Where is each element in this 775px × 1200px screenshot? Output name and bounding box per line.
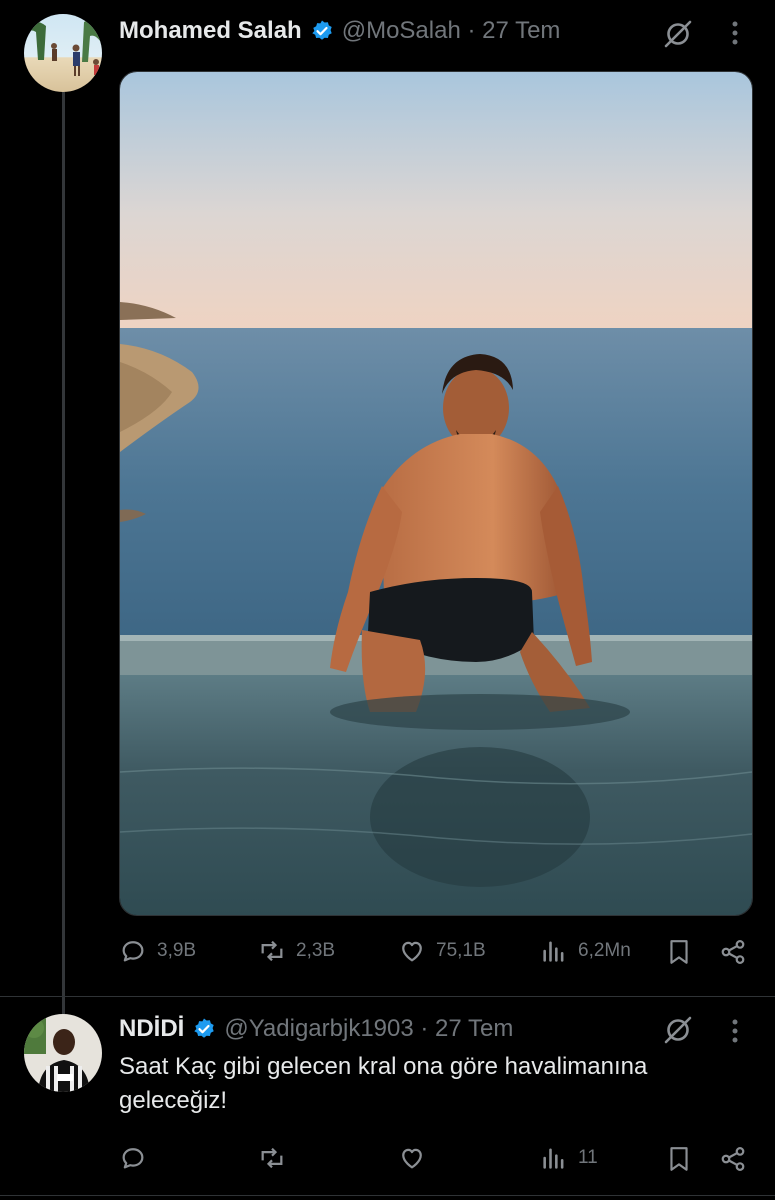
views-icon xyxy=(543,941,564,962)
share-icon[interactable] xyxy=(716,1142,750,1176)
tweet-text: Saat Kaç gibi gelecen kral ona göre hava… xyxy=(119,1053,648,1114)
grok-icon[interactable] xyxy=(660,1012,696,1048)
thread-line xyxy=(62,92,65,1014)
like-icon xyxy=(402,1148,422,1169)
avatar-ndidi[interactable] xyxy=(24,1014,102,1092)
more-icon[interactable] xyxy=(718,1014,752,1048)
retweet-icon xyxy=(261,940,283,962)
retweet-count: 2,3B xyxy=(296,940,336,961)
views-count: 6,2Mn xyxy=(578,940,631,961)
more-icon[interactable] xyxy=(718,16,752,50)
verified-badge-icon xyxy=(310,19,334,43)
views-count: 11 xyxy=(578,1147,598,1168)
retweet-icon xyxy=(261,1147,283,1169)
bookmark-icon[interactable] xyxy=(662,935,696,969)
retweet-button[interactable] xyxy=(258,1144,286,1172)
tweet2-header: NDİDİ @Yadigarbjk1903 · 27 Tem xyxy=(119,1012,513,1046)
like-button[interactable]: 75,1B xyxy=(398,937,486,965)
reply-button[interactable]: 3,9B xyxy=(119,937,196,965)
reply-button[interactable] xyxy=(119,1144,147,1172)
share-icon[interactable] xyxy=(716,935,750,969)
author-handle-time[interactable]: @Yadigarbjk1903 · 27 Tem xyxy=(224,1015,513,1043)
grok-icon[interactable] xyxy=(660,16,696,52)
bookmark-icon[interactable] xyxy=(662,1142,696,1176)
tweet-divider xyxy=(0,996,775,997)
like-count: 75,1B xyxy=(436,940,486,961)
views-button[interactable]: 6,2Mn xyxy=(540,937,631,965)
author-handle-time[interactable]: @MoSalah · 27 Tem xyxy=(342,17,561,45)
retweet-button[interactable]: 2,3B xyxy=(258,937,335,965)
verified-badge-icon xyxy=(192,1017,216,1041)
author-name[interactable]: NDİDİ xyxy=(119,1015,184,1043)
reply-count: 3,9B xyxy=(157,940,197,961)
like-icon xyxy=(402,941,422,962)
author-name[interactable]: Mohamed Salah xyxy=(119,17,302,45)
views-button[interactable]: 11 xyxy=(540,1144,598,1172)
like-button[interactable] xyxy=(398,1144,426,1172)
reply-icon xyxy=(122,1148,144,1169)
tweet-divider xyxy=(0,1195,775,1196)
reply-icon xyxy=(122,941,144,962)
tweet1-header: Mohamed Salah @MoSalah · 27 Tem xyxy=(119,14,560,48)
avatar-mosalah[interactable] xyxy=(24,14,102,92)
tweet-photo[interactable] xyxy=(119,71,753,916)
views-icon xyxy=(543,1148,564,1169)
